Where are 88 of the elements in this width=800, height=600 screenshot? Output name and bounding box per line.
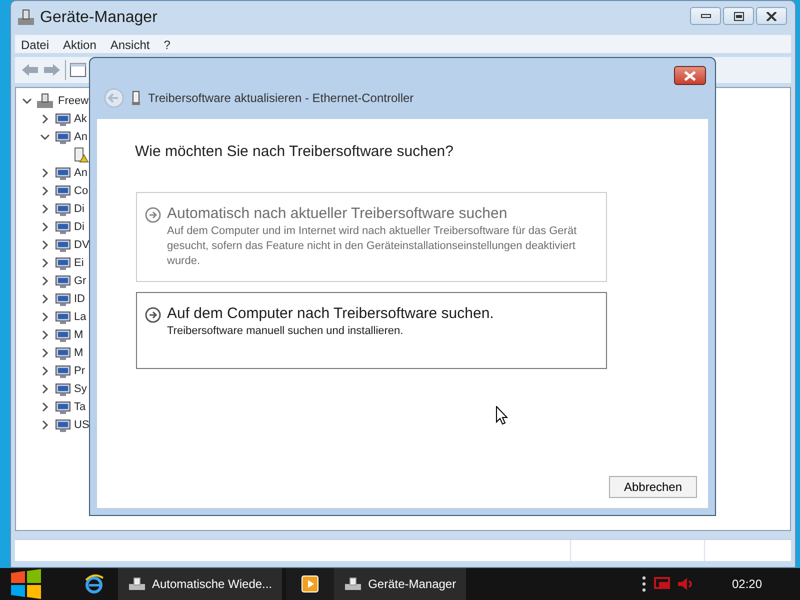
tree-item-label[interactable]: Freew <box>58 92 89 110</box>
tree-item-label[interactable]: ID <box>74 290 85 308</box>
expand-chevron-icon[interactable] <box>40 330 50 340</box>
menu-item[interactable]: ? <box>158 35 178 53</box>
collapse-chevron-icon[interactable] <box>40 132 50 142</box>
more-icon[interactable] <box>642 576 646 592</box>
close-button[interactable] <box>756 7 787 25</box>
tree-item-label[interactable]: An <box>74 164 88 182</box>
tree-item-label[interactable]: M <box>74 344 84 362</box>
expand-chevron-icon[interactable] <box>40 384 50 394</box>
device-icon <box>55 273 71 289</box>
device-icon <box>55 111 71 127</box>
tree-item-label[interactable]: US <box>74 416 90 434</box>
tree-item-label[interactable]: Di <box>74 218 84 236</box>
panel-icon[interactable] <box>70 63 86 77</box>
mouse-cursor-icon <box>496 406 508 425</box>
expand-chevron-icon[interactable] <box>40 168 50 178</box>
tree-item-label[interactable]: M <box>74 326 84 344</box>
tree-item-label[interactable]: DV <box>74 236 90 254</box>
tree-item-label[interactable]: Gr <box>74 272 86 290</box>
clock[interactable]: 02:20 <box>732 575 762 593</box>
tree-item-label[interactable]: An <box>74 128 88 146</box>
device-manager-icon <box>17 9 35 27</box>
device-icon <box>55 219 71 235</box>
device-icon <box>55 381 71 397</box>
close-icon <box>766 12 777 20</box>
tree-item-label[interactable]: Di <box>74 200 84 218</box>
expand-chevron-icon[interactable] <box>40 258 50 268</box>
expand-chevron-icon[interactable] <box>40 348 50 358</box>
device-icon <box>55 345 71 361</box>
warning-device-icon <box>73 147 89 163</box>
tree-item-label[interactable]: Sy <box>74 380 87 398</box>
taskbar-button[interactable]: Automatische Wiede... <box>118 568 282 600</box>
expand-chevron-icon[interactable] <box>40 186 50 196</box>
device-icon <box>55 309 71 325</box>
arrow-circle-icon <box>145 206 161 222</box>
arrow-circle-icon <box>145 306 161 322</box>
minimize-icon <box>700 13 710 19</box>
close-icon <box>684 70 696 80</box>
expand-chevron-icon[interactable] <box>40 222 50 232</box>
device-icon <box>55 399 71 415</box>
tree-item-label[interactable]: Ta <box>74 398 86 416</box>
device-icon <box>55 417 71 433</box>
minimize-button[interactable] <box>690 7 721 25</box>
tree-item-label[interactable]: Ak <box>74 110 87 128</box>
device-icon <box>55 129 71 145</box>
expand-chevron-icon[interactable] <box>40 402 50 412</box>
device-icon <box>55 201 71 217</box>
tree-item-label[interactable]: Co <box>74 182 88 200</box>
device-icon <box>55 255 71 271</box>
app-icon <box>344 577 362 591</box>
taskbar-button[interactable]: Geräte-Manager <box>334 568 466 600</box>
device-icon <box>55 327 71 343</box>
device-icon <box>55 363 71 379</box>
menu-item[interactable]: Aktion <box>57 35 104 53</box>
collapse-chevron-icon[interactable] <box>22 96 32 106</box>
device-icon <box>55 237 71 253</box>
expand-chevron-icon[interactable] <box>40 366 50 376</box>
close-button[interactable] <box>674 66 706 85</box>
expand-chevron-icon[interactable] <box>40 312 50 322</box>
volume-icon[interactable] <box>678 578 694 590</box>
expand-chevron-icon[interactable] <box>40 276 50 286</box>
menu-item[interactable]: Datei <box>15 35 58 53</box>
maximize-icon <box>734 12 744 20</box>
tree-item-label[interactable]: La <box>74 308 86 326</box>
expand-chevron-icon[interactable] <box>40 294 50 304</box>
expand-chevron-icon[interactable] <box>40 204 50 214</box>
tree-item-label[interactable]: Ei <box>74 254 84 272</box>
dialog-title: Treibersoftware aktualisieren - Ethernet-Controller <box>148 90 414 107</box>
expand-chevron-icon[interactable] <box>40 420 50 430</box>
expand-chevron-icon[interactable] <box>40 114 50 124</box>
option-button[interactable]: Auf dem Computer nach Treibersoftware suchen. Treibersoftware manuell suchen und installieren. <box>136 292 607 368</box>
network-icon[interactable] <box>654 577 670 591</box>
dialog-heading: Wie möchten Sie nach Treibersoftware suchen? <box>135 142 454 162</box>
device-icon <box>55 165 71 181</box>
computer-icon <box>36 93 54 109</box>
device-icon <box>55 291 71 307</box>
device-icon <box>55 183 71 199</box>
menu-item[interactable]: Ansicht <box>104 35 158 53</box>
network-adapter-icon <box>132 91 140 105</box>
expand-chevron-icon[interactable] <box>40 240 50 250</box>
start-logo-icon[interactable] <box>10 569 42 599</box>
media-player-icon[interactable] <box>286 568 334 600</box>
cancel-button[interactable]: Abbrechen <box>609 476 697 498</box>
window-title: Geräte-Manager <box>40 8 158 28</box>
app-icon <box>128 577 146 591</box>
maximize-button[interactable] <box>723 7 754 25</box>
tree-item-label[interactable]: Pr <box>74 362 85 380</box>
